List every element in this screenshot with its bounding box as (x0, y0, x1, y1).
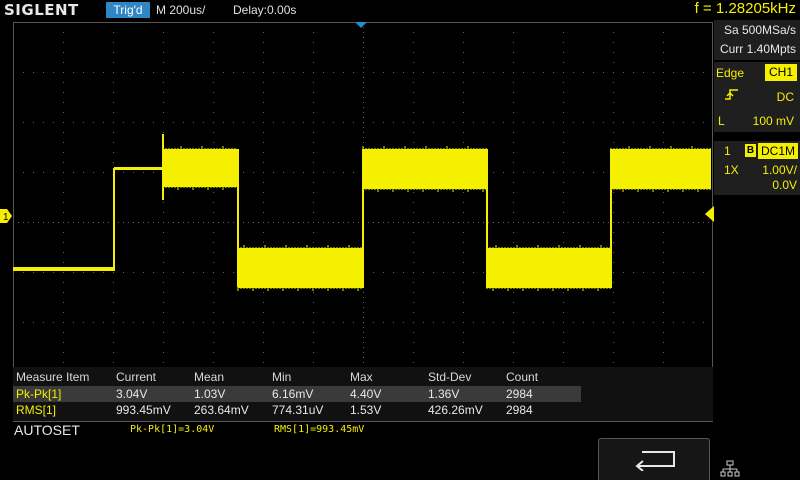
header-max: Max (350, 370, 373, 384)
measure-min: 774.31uV (272, 403, 324, 417)
return-button[interactable] (598, 438, 710, 480)
probe-attenuation: 1X (724, 163, 739, 177)
measure-current: 993.45mV (116, 403, 171, 417)
trigger-level: 100 mV (752, 114, 794, 128)
rising-edge-icon (725, 89, 738, 100)
measurement-table: Measure Item Current Mean Min Max Std-De… (13, 367, 713, 421)
channel1-panel[interactable]: 1 B DC1M 1X 1.00V/ 0.0V (714, 141, 800, 195)
autoset-status: AUTOSET (14, 422, 80, 438)
measure-std-dev: 426.26mV (428, 403, 483, 417)
memory-depth: Curr 1.40Mpts (719, 42, 796, 56)
measure-max: 4.40V (350, 387, 382, 401)
brand-logo: SIGLENT (4, 1, 79, 19)
network-icon (720, 460, 740, 477)
trigger-source: CH1 (765, 64, 797, 81)
measure-std-dev: 1.36V (428, 387, 460, 401)
pkpk-summary: Pk-Pk[1]=3.04V (130, 424, 215, 435)
measure-count: 2984 (506, 387, 533, 401)
measure-item-name: Pk-Pk[1] (16, 387, 62, 401)
measurement-header-row: Measure Item Current Mean Min Max Std-De… (13, 369, 713, 385)
channel-number: 1 (724, 144, 731, 158)
measure-max: 1.53V (350, 403, 382, 417)
trigger-level-label: L (718, 114, 725, 128)
channel-coupling: DC1M (758, 143, 798, 159)
trigger-panel[interactable]: Edge CH1 DC L 100 mV (714, 62, 800, 132)
measure-mean: 263.64mV (194, 403, 249, 417)
header-min: Min (272, 370, 292, 384)
timebase-readout[interactable]: M 200us/ (156, 3, 205, 17)
bandwidth-limit-icon: B (745, 144, 756, 157)
bottom-menu-bar: AUTOSET Pk-Pk[1]=3.04V RMS[1]=993.45mV (0, 422, 800, 480)
waveform-display[interactable] (13, 22, 713, 422)
trigger-status-badge: Trig'd (106, 2, 150, 18)
frequency-counter: f = 1.28205kHz (694, 0, 796, 17)
trigger-coupling: DC (776, 90, 794, 104)
channel1-trace (13, 134, 711, 291)
delay-readout[interactable]: Delay:0.00s (233, 3, 296, 17)
measure-count: 2984 (506, 403, 533, 417)
acquisition-panel: Sa 500MSa/s Curr 1.40Mpts (714, 20, 800, 60)
vertical-scale: 1.00V/ (762, 163, 797, 177)
measure-current: 3.04V (116, 387, 148, 401)
sample-rate: Sa 500MSa/s (723, 23, 796, 37)
return-arrow-icon (635, 451, 675, 471)
header-mean: Mean (194, 370, 225, 384)
graticule-and-trace (13, 22, 713, 422)
top-status-bar: SIGLENT Trig'd M 200us/ Delay:0.00s f = … (0, 0, 800, 20)
header-count: Count (506, 370, 539, 384)
header-measure-item: Measure Item (16, 370, 90, 384)
trigger-type: Edge (716, 66, 745, 80)
measure-item-name: RMS[1] (16, 403, 57, 417)
measurement-row-pkpk[interactable]: Pk-Pk[1] 3.04V 1.03V 6.16mV 4.40V 1.36V … (13, 386, 713, 402)
channel1-ground-marker[interactable]: 1 (0, 209, 12, 223)
measurement-row-rms[interactable]: RMS[1] 993.45mV 263.64mV 774.31uV 1.53V … (13, 402, 713, 418)
measure-mean: 1.03V (194, 387, 226, 401)
channel1-marker-label: 1 (3, 212, 9, 223)
header-std-dev: Std-Dev (428, 370, 472, 384)
rms-summary: RMS[1]=993.45mV (274, 424, 365, 435)
vertical-offset: 0.0V (772, 178, 797, 192)
measure-min: 6.16mV (272, 387, 314, 401)
trigger-level-marker[interactable] (703, 206, 714, 222)
header-current: Current (116, 370, 157, 384)
